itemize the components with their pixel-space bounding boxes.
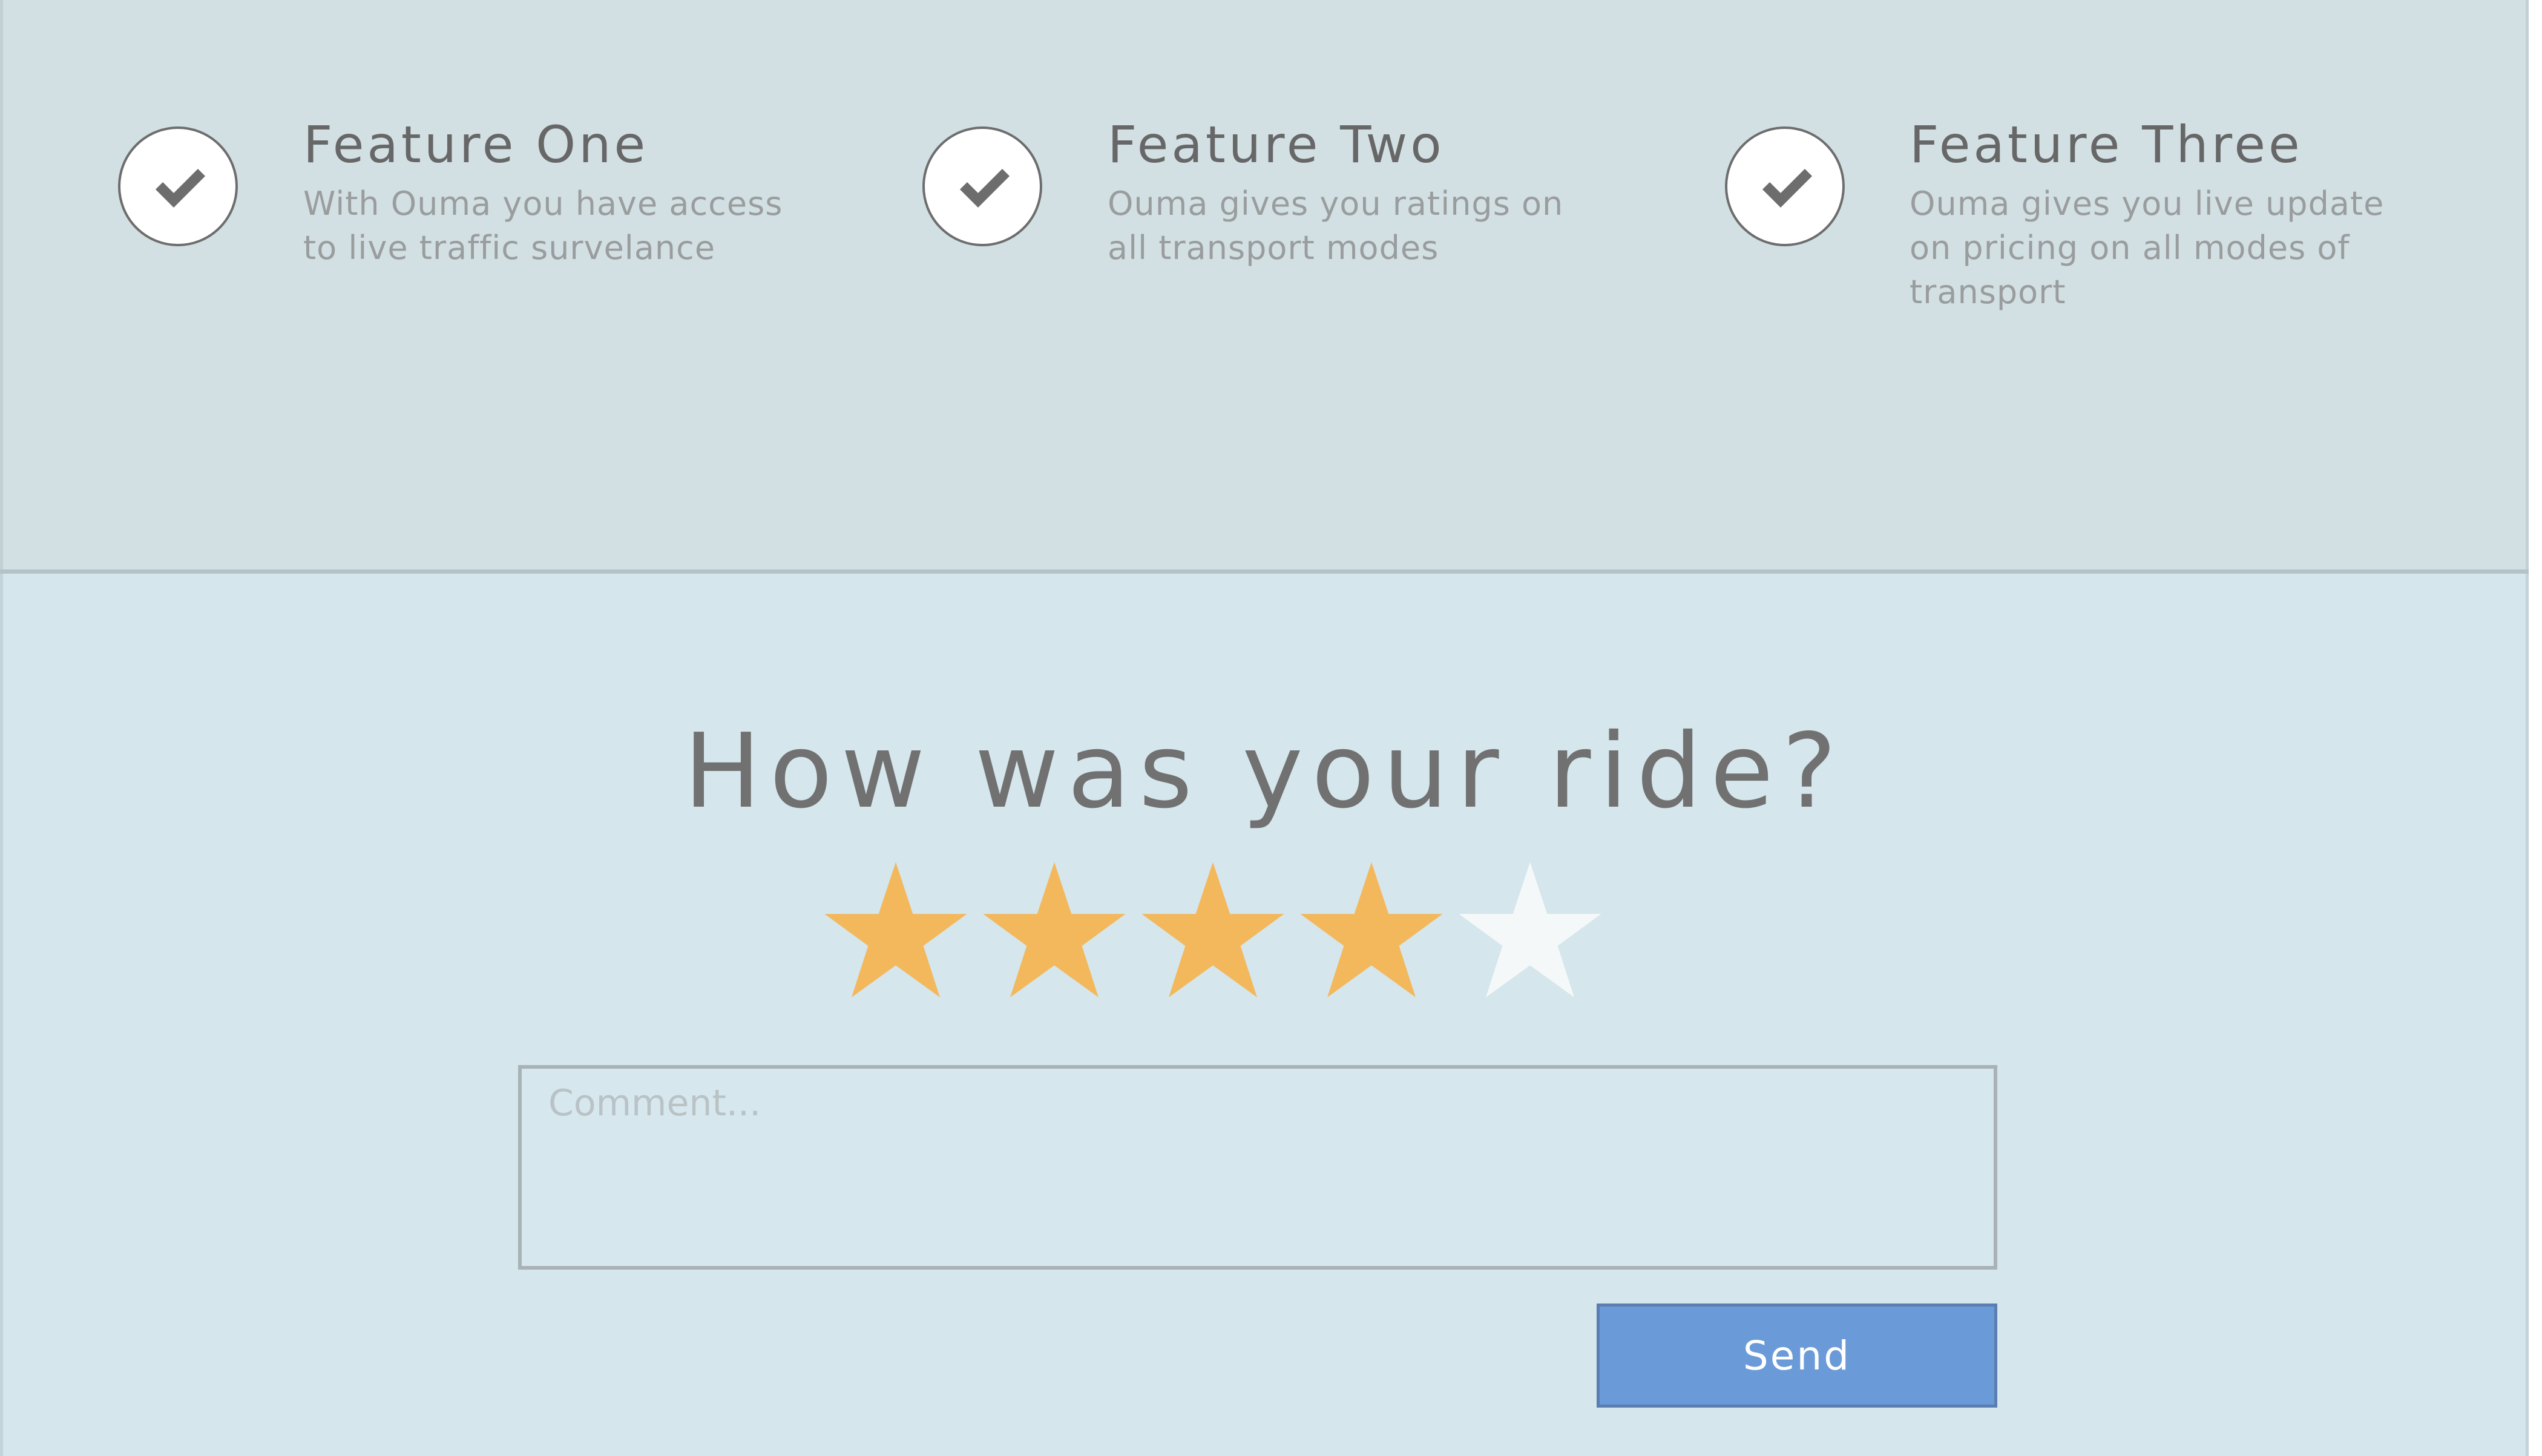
page: Feature One With Ouma you have access to… [0,0,2542,1456]
review-section [0,574,2529,1456]
star-rating [823,859,1610,1005]
feature-description: Ouma gives you ratings on all transport … [1108,185,1564,267]
section-divider [0,569,2529,574]
feature-description: With Ouma you have access to live traffi… [303,185,783,267]
feature-title: Feature Three [1910,115,2303,174]
star-filled-icon[interactable] [1140,859,1286,1005]
comment-input[interactable] [518,1065,1997,1270]
star-filled-icon[interactable] [823,859,968,1005]
star-filled-icon[interactable] [1299,859,1444,1005]
features-section: Feature One With Ouma you have access to… [0,0,2529,571]
page-edge [2529,0,2542,1456]
feature-title: Feature One [303,115,649,174]
star-filled-icon[interactable] [982,859,1127,1005]
check-icon [922,126,1042,246]
star-empty-icon[interactable] [1457,859,1603,1005]
review-heading: How was your ride? [683,712,1845,831]
check-icon [118,126,238,246]
send-button[interactable]: Send [1597,1304,1997,1408]
feature-title: Feature Two [1108,115,1445,174]
check-icon [1725,126,1845,246]
feature-description: Ouma gives you live update on pricing on… [1910,185,2385,311]
